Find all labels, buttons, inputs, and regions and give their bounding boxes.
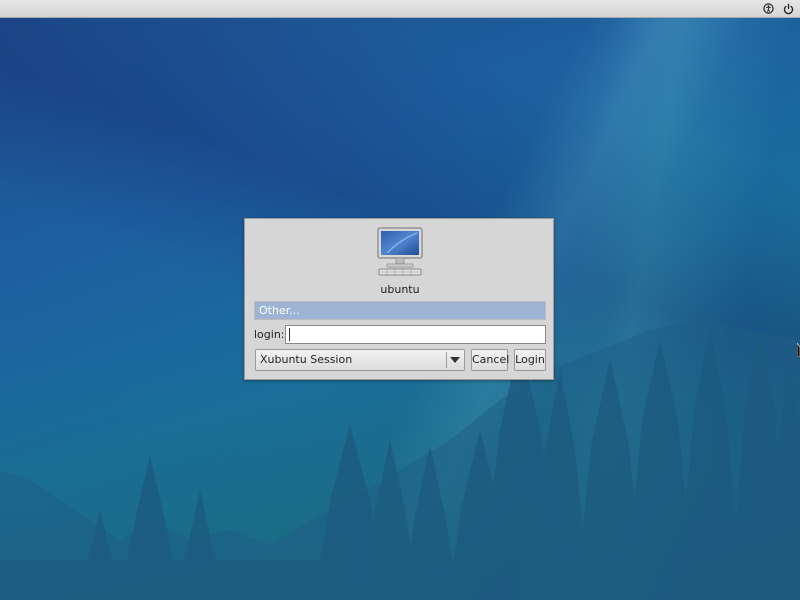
desktop-background: ubuntu Other... login: Xubuntu Session C… bbox=[0, 0, 800, 600]
user-list[interactable]: Other... bbox=[254, 301, 546, 320]
login-button[interactable]: Login bbox=[514, 349, 546, 371]
login-label: login: bbox=[254, 328, 285, 341]
computer-icon bbox=[377, 227, 423, 276]
hostname-label: ubuntu bbox=[380, 283, 420, 296]
text-caret bbox=[289, 328, 290, 341]
user-item-other[interactable]: Other... bbox=[255, 302, 545, 319]
session-select-divider bbox=[446, 352, 447, 368]
accessibility-icon[interactable] bbox=[761, 1, 776, 16]
chevron-down-icon[interactable] bbox=[450, 357, 460, 363]
login-input[interactable] bbox=[285, 325, 546, 344]
session-select[interactable]: Xubuntu Session bbox=[255, 349, 465, 371]
login-dialog: ubuntu Other... login: Xubuntu Session C… bbox=[244, 218, 554, 380]
session-select-value: Xubuntu Session bbox=[260, 353, 353, 366]
top-panel bbox=[0, 0, 800, 18]
cancel-button[interactable]: Cancel bbox=[471, 349, 509, 371]
power-icon[interactable] bbox=[781, 1, 796, 16]
